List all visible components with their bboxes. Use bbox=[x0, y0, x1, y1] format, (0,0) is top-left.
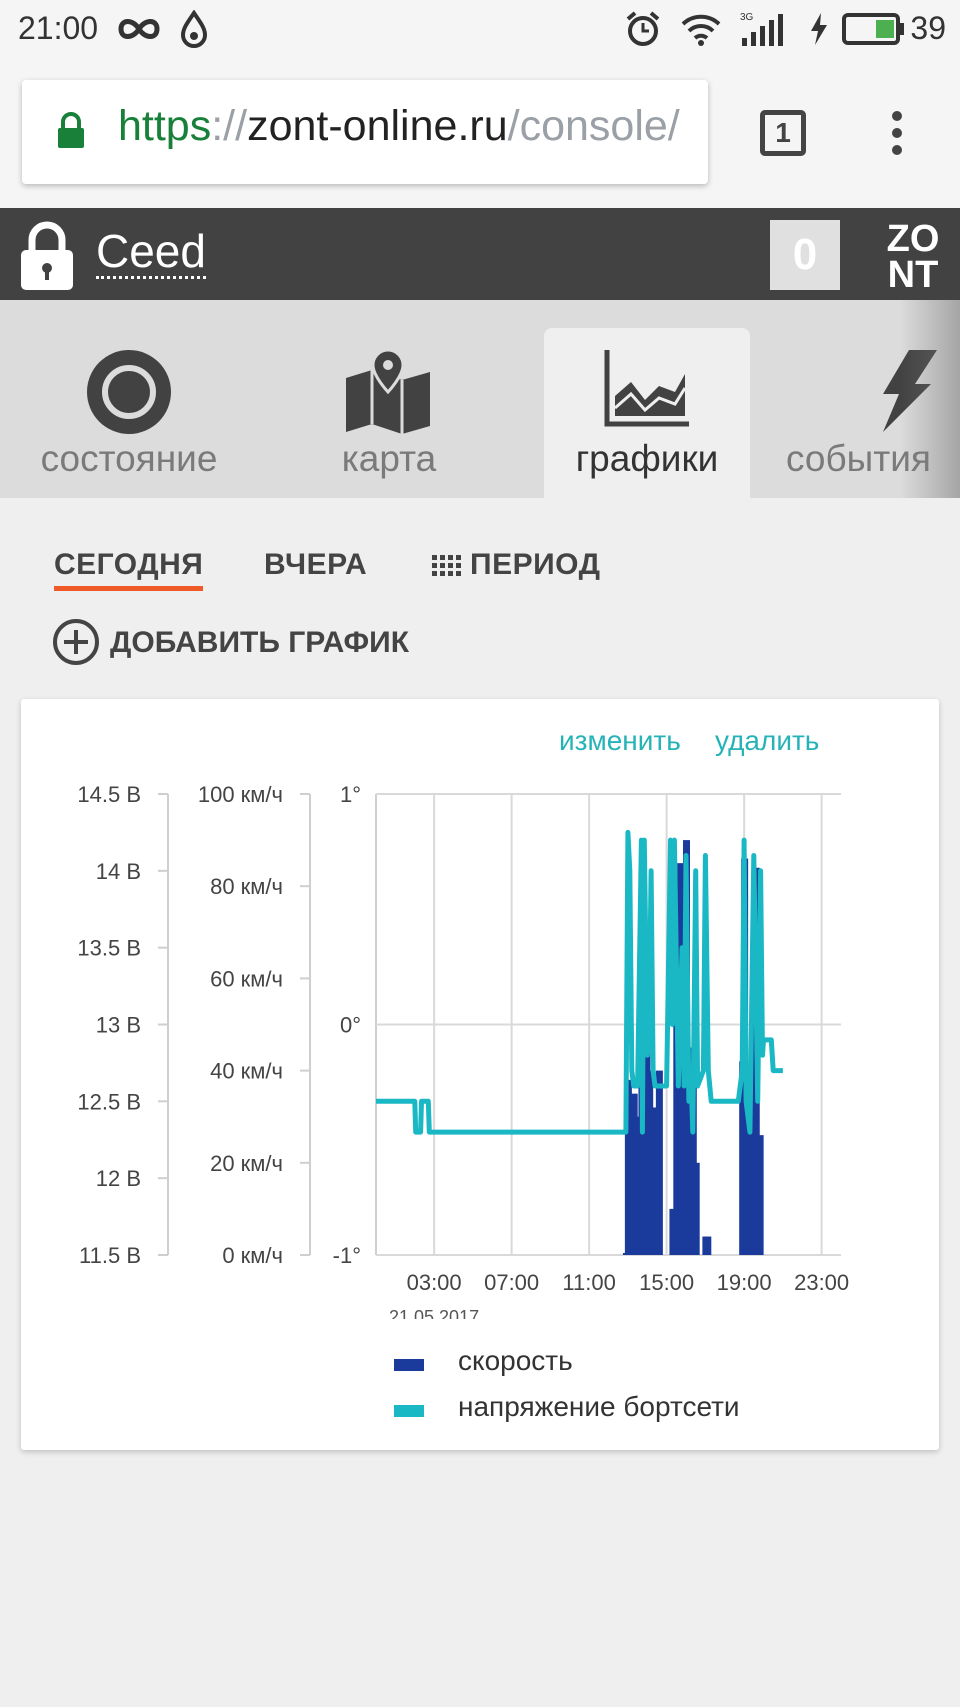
tabs-count-button[interactable]: 1 bbox=[760, 110, 806, 156]
map-icon bbox=[346, 348, 430, 434]
plus-circle-icon bbox=[53, 619, 99, 665]
tick-label-angle: 0° bbox=[340, 1013, 361, 1038]
tick-label-speed: 20 км/ч bbox=[210, 1151, 283, 1176]
area-chart-icon bbox=[604, 350, 689, 427]
legend-label-voltage: напряжение бортсети bbox=[458, 1391, 740, 1422]
svg-text:3G: 3G bbox=[740, 12, 754, 23]
circle-icon bbox=[87, 350, 171, 434]
subtab-period-label: ПЕРИОД bbox=[470, 548, 601, 581]
url-text: https://zont-online.ru/console/ bbox=[118, 102, 680, 151]
tick-label-speed: 0 км/ч bbox=[222, 1243, 283, 1268]
voltage-line bbox=[376, 829, 783, 1135]
tab-charts[interactable]: графики bbox=[544, 328, 750, 498]
x-tick-label: 15:00 bbox=[639, 1270, 694, 1295]
tick-label-speed: 100 км/ч bbox=[198, 782, 283, 807]
drop-icon bbox=[180, 10, 208, 48]
x-tick-label: 03:00 bbox=[407, 1270, 462, 1295]
url-path: /console/ bbox=[507, 102, 680, 150]
tick-label-voltage: 13.5 В bbox=[77, 936, 141, 961]
speed-bar bbox=[704, 1236, 712, 1255]
device-title[interactable]: Ceed bbox=[96, 226, 206, 279]
url-bar[interactable]: https://zont-online.ru/console/ bbox=[22, 80, 708, 184]
tick-label-angle: -1° bbox=[333, 1243, 361, 1268]
overflow-menu-icon[interactable] bbox=[886, 108, 908, 158]
tick-label-angle: 1° bbox=[340, 782, 361, 807]
status-bar: 21:00 3G 39 bbox=[0, 0, 960, 58]
date-label: 21.05.2017 bbox=[389, 1307, 479, 1319]
battery-percent: 39 bbox=[910, 10, 946, 46]
subtab-period[interactable]: ПЕРИОД bbox=[432, 548, 600, 582]
x-tick-label: 07:00 bbox=[484, 1270, 539, 1295]
notification-counter[interactable]: 0 bbox=[770, 220, 840, 290]
nav-scroll-fade bbox=[900, 300, 960, 498]
main-nav: состояние карта графики события bbox=[0, 300, 960, 498]
legend-swatch-speed bbox=[394, 1359, 424, 1371]
tick-label-speed: 60 км/ч bbox=[210, 966, 283, 991]
tab-map-label: карта bbox=[341, 438, 437, 479]
logo-line2: NT bbox=[888, 254, 939, 290]
speed-bar bbox=[692, 1162, 700, 1255]
add-chart-label: ДОБАВИТЬ ГРАФИК bbox=[110, 626, 410, 659]
legend-swatch-voltage bbox=[394, 1405, 424, 1417]
browser-toolbar: https://zont-online.ru/console/ bbox=[0, 58, 960, 208]
wifi-icon bbox=[681, 14, 721, 46]
x-tick-label: 23:00 bbox=[794, 1270, 849, 1295]
legend-label-speed: скорость bbox=[458, 1345, 573, 1376]
chart-card: изменить удалить 14.5 В 14 В 13.5 В 13 В 12.… bbox=[21, 699, 939, 1450]
x-tick-label: 19:00 bbox=[717, 1270, 772, 1295]
tick-label-voltage: 14 В bbox=[96, 859, 141, 884]
x-tick-label: 11:00 bbox=[562, 1270, 615, 1295]
charging-icon bbox=[811, 13, 827, 45]
tick-label-voltage: 12.5 В bbox=[77, 1089, 141, 1114]
subtab-today[interactable]: СЕГОДНЯ bbox=[54, 548, 204, 591]
signal-icon: 3G bbox=[740, 12, 783, 46]
zont-logo: ZO NT bbox=[887, 220, 940, 290]
speed-bar bbox=[756, 1135, 764, 1255]
chart-svg: 14.5 В 14 В 13.5 В 13 В 12.5 В 12 В 11.5 В 100 … bbox=[77, 782, 849, 1319]
grid-dots-icon bbox=[432, 555, 461, 577]
tick-label-voltage: 13 В bbox=[96, 1013, 141, 1038]
url-host: zont-online.ru bbox=[247, 102, 508, 150]
subtab-yesterday[interactable]: ВЧЕРА bbox=[264, 548, 367, 582]
lock-icon bbox=[58, 112, 84, 148]
tick-label-speed: 80 км/ч bbox=[210, 874, 283, 899]
alarm-icon bbox=[626, 11, 660, 46]
tab-charts-label: графики bbox=[575, 438, 719, 479]
tab-status-label: состояние bbox=[40, 438, 218, 479]
speed-bar bbox=[655, 1070, 663, 1255]
period-tabs: СЕГОДНЯ ВЧЕРА ПЕРИОД bbox=[0, 548, 960, 608]
tick-label-voltage: 14.5 В bbox=[77, 782, 141, 807]
padlock-icon[interactable] bbox=[18, 220, 76, 292]
battery-icon bbox=[842, 13, 904, 45]
url-scheme: https bbox=[118, 102, 212, 150]
app-header: Ceed 0 ZO NT bbox=[0, 208, 960, 300]
tab-status[interactable]: состояние bbox=[26, 328, 232, 498]
status-time: 21:00 bbox=[18, 10, 99, 46]
tick-label-voltage: 11.5 В bbox=[79, 1243, 141, 1268]
tick-label-speed: 40 км/ч bbox=[210, 1059, 283, 1084]
tick-label-voltage: 12 В bbox=[96, 1166, 141, 1191]
tab-map[interactable]: карта bbox=[286, 328, 492, 498]
url-separator: :// bbox=[211, 102, 248, 150]
infinity-icon bbox=[118, 19, 160, 39]
